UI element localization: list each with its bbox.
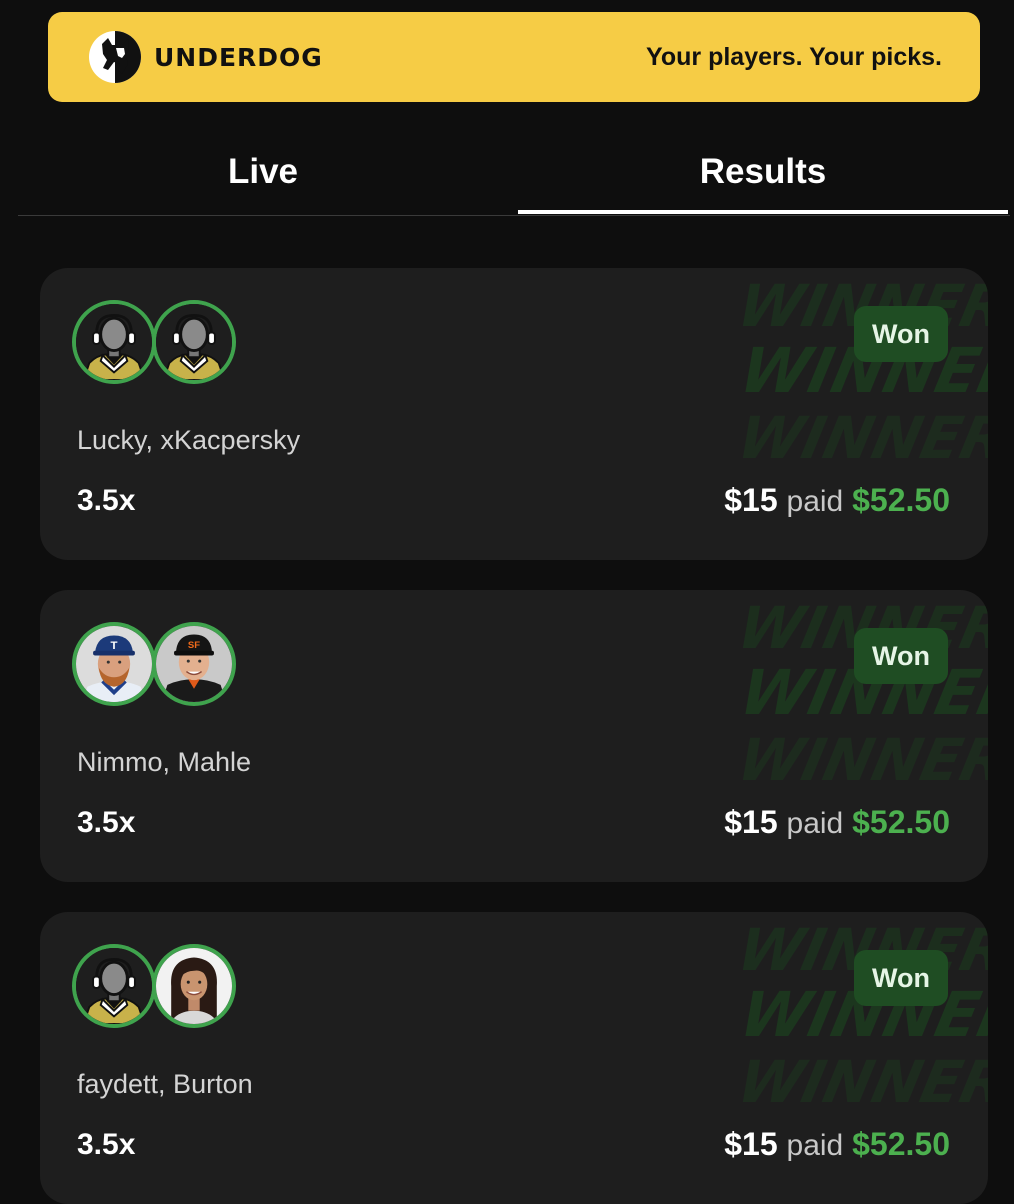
tab-results-label: Results (699, 152, 827, 191)
entry-amount: $15 (724, 482, 778, 518)
pick-entry-card[interactable]: Won Lucky, xKacpersky 3.5x $15 paid $52.… (40, 268, 988, 560)
banner-tagline: Your players. Your picks. (646, 42, 942, 71)
winner-background-graphic (706, 596, 988, 796)
payout-amount: $52.50 (852, 804, 950, 840)
tab-live[interactable]: Live (18, 140, 508, 215)
entry-amount: $15 (724, 804, 778, 840)
paid-label: paid (786, 485, 844, 518)
player-names: Lucky, xKacpersky (77, 425, 301, 455)
active-tab-indicator (518, 210, 1008, 214)
promo-banner[interactable]: UNDERDOG Your players. Your picks. (48, 12, 980, 102)
player-names: faydett, Burton (77, 1069, 253, 1099)
paid-label: paid (786, 1129, 844, 1162)
entry-amount: $15 (724, 1126, 778, 1162)
payout-summary: $15 paid $52.50 (724, 1126, 950, 1163)
tab-results[interactable]: Results (518, 140, 1008, 215)
payout-multiplier: 3.5x (77, 484, 136, 517)
player-avatars (72, 622, 262, 706)
placeholder-player-avatar (152, 300, 236, 384)
tabs-divider (18, 215, 1010, 216)
winner-background-graphic (706, 274, 988, 474)
placeholder-player-avatar (72, 300, 156, 384)
player-photo-avatar (152, 944, 236, 1028)
winner-background-graphic (706, 918, 988, 1118)
player-avatars (72, 944, 262, 1028)
won-status-badge: Won (854, 628, 948, 684)
payout-amount: $52.50 (852, 482, 950, 518)
player-photo-avatar (72, 622, 156, 706)
payout-summary: $15 paid $52.50 (724, 482, 950, 519)
player-names: Nimmo, Mahle (77, 747, 252, 777)
brand-name: UNDERDOG (154, 42, 323, 72)
paid-label: paid (786, 807, 844, 840)
placeholder-player-avatar (72, 944, 156, 1028)
payout-multiplier: 3.5x (77, 806, 136, 839)
won-status-badge: Won (854, 306, 948, 362)
pick-entry-card[interactable]: Won Nimmo, Mahle 3.5x $15 paid $52.50 (40, 590, 988, 882)
payout-summary: $15 paid $52.50 (724, 804, 950, 841)
won-status-badge: Won (854, 950, 948, 1006)
results-tabs: Live Results (18, 140, 1010, 218)
pick-entry-card[interactable]: Won faydett, Burton 3.5x $15 paid $52.50 (40, 912, 988, 1204)
player-avatars (72, 300, 262, 384)
brand: UNDERDOG (88, 30, 323, 84)
underdog-logo-icon (89, 31, 141, 83)
payout-amount: $52.50 (852, 1126, 950, 1162)
payout-multiplier: 3.5x (77, 1128, 136, 1161)
tab-live-label: Live (227, 152, 299, 191)
player-photo-avatar (152, 622, 236, 706)
